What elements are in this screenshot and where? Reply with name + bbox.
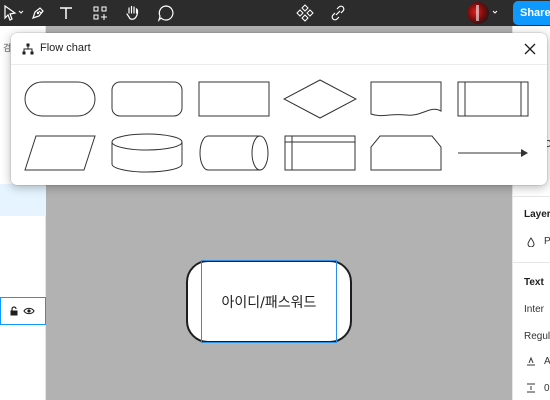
chevron-down-icon[interactable] — [38, 9, 44, 15]
component-icon[interactable] — [296, 3, 314, 23]
rounded-rectangle-shape[interactable] — [111, 81, 183, 117]
popover-header: Flow chart — [11, 33, 547, 65]
layer-section-label: Layer — [524, 209, 550, 220]
font-family-value[interactable]: Inter — [524, 304, 544, 315]
node-label[interactable]: 아이디/패스워드 — [186, 260, 352, 343]
text-row-zero[interactable]: 0 — [544, 383, 550, 394]
spacing-icon — [527, 383, 535, 393]
document-shape[interactable] — [370, 81, 442, 119]
user-avatar[interactable] — [467, 2, 489, 24]
layer-blend-value[interactable]: P — [544, 236, 550, 247]
text-tool-icon[interactable] — [58, 3, 74, 23]
font-weight-value[interactable]: Regula — [524, 331, 550, 342]
terminal-shape[interactable] — [24, 81, 96, 117]
popover-title: Flow chart — [40, 42, 91, 54]
top-toolbar: Share — [0, 0, 550, 26]
flowchart-popover: Flow chart — [11, 33, 547, 185]
components-tool-icon[interactable] — [92, 3, 108, 23]
text-section-label: Text — [524, 277, 544, 288]
diamond-shape[interactable] — [283, 79, 357, 119]
move-tool-icon[interactable] — [2, 3, 18, 23]
parallelogram-shape[interactable] — [24, 135, 96, 171]
manual-input-shape[interactable] — [370, 135, 442, 171]
internal-storage-shape[interactable] — [284, 135, 356, 171]
rectangle-shape[interactable] — [198, 81, 270, 117]
eye-icon[interactable] — [23, 306, 35, 316]
cylinder-horizontal-shape[interactable] — [198, 135, 270, 171]
link-icon[interactable] — [330, 3, 346, 23]
close-icon[interactable] — [523, 42, 537, 56]
shape-grid — [11, 65, 547, 185]
hand-tool-icon[interactable] — [124, 3, 142, 23]
line-height-icon — [527, 356, 535, 366]
chevron-down-icon[interactable] — [492, 9, 498, 15]
chevron-down-icon[interactable] — [18, 9, 24, 15]
lock-icon[interactable] — [9, 306, 19, 316]
layer-row[interactable] — [0, 297, 46, 325]
drop-icon — [527, 237, 535, 247]
flowchart-icon — [22, 43, 34, 55]
share-button[interactable]: Share — [513, 1, 550, 25]
app-window: Share 검 아이디/패스워드 g C Layer P Text Inter … — [0, 0, 550, 400]
text-row-a[interactable]: A — [544, 356, 550, 367]
comment-tool-icon[interactable] — [157, 3, 175, 23]
predefined-process-shape[interactable] — [457, 81, 529, 117]
arrow-connector[interactable] — [457, 147, 529, 159]
database-shape[interactable] — [111, 133, 183, 173]
selected-layer-row[interactable] — [0, 184, 46, 216]
